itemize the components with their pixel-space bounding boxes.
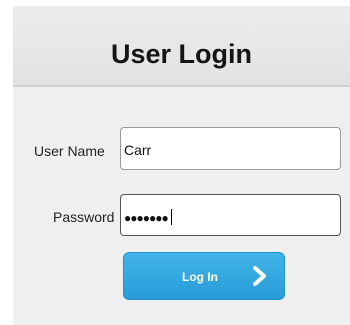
- username-value: Carr: [124, 142, 152, 158]
- chevron-right-icon: [253, 266, 266, 286]
- username-input[interactable]: Carr: [120, 127, 341, 170]
- text-caret: [170, 209, 172, 225]
- password-input[interactable]: ●●●●●●●: [120, 194, 341, 236]
- login-panel: User Login User Name Carr Password ●●●●●…: [13, 6, 350, 325]
- password-masked-value: ●●●●●●●: [124, 209, 172, 225]
- login-header: User Login: [13, 6, 350, 87]
- username-label: User Name: [34, 143, 105, 159]
- password-label: Password: [53, 209, 115, 225]
- password-dots: ●●●●●●●: [124, 211, 169, 225]
- login-title: User Login: [110, 39, 252, 69]
- login-button[interactable]: Log In: [123, 252, 285, 300]
- login-button-label: Log In: [182, 270, 218, 284]
